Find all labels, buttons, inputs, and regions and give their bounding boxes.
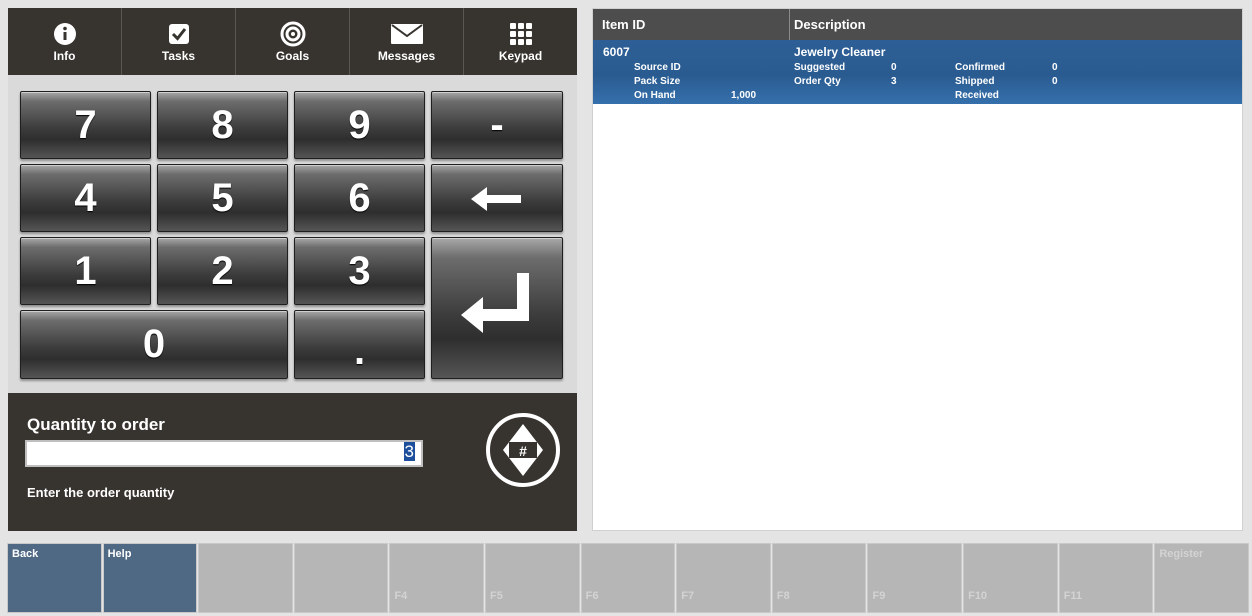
tab-goals[interactable]: Goals <box>236 8 350 75</box>
suggested-label: Suggested <box>794 62 846 73</box>
envelope-icon <box>390 21 423 47</box>
received-label: Received <box>955 90 999 101</box>
fkey-code: F7 <box>681 590 695 602</box>
suggested-value: 0 <box>891 62 897 73</box>
key-4[interactable]: 4 <box>20 164 151 232</box>
fkey-f6[interactable]: F6 <box>580 543 676 613</box>
checkbox-icon <box>168 21 190 47</box>
tab-keypad[interactable]: Keypad <box>464 8 577 84</box>
keypad: 7 8 9 - 4 5 6 1 2 3 0 . <box>8 75 577 393</box>
fkey-f5[interactable]: F5 <box>485 543 580 613</box>
fkey-f7[interactable]: F7 <box>676 543 771 613</box>
key-minus[interactable]: - <box>431 91 563 159</box>
fkey-help[interactable]: Help <box>102 543 198 613</box>
shipped-value: 0 <box>1052 76 1058 87</box>
key-8[interactable]: 8 <box>157 91 288 159</box>
fkey-label: Help <box>107 548 132 560</box>
key-7[interactable]: 7 <box>20 91 151 159</box>
fkey-code: F11 <box>1063 590 1083 602</box>
fkey-empty-2[interactable] <box>293 543 389 613</box>
tab-goals-label: Goals <box>275 48 310 63</box>
left-panel: Info Tasks Goals Messages Keypad 7 8 9 -… <box>8 8 577 531</box>
quantity-value: 3 <box>403 442 415 461</box>
fkey-back[interactable]: Back <box>7 543 102 613</box>
keypad-icon <box>509 21 532 47</box>
tab-tasks[interactable]: Tasks <box>122 8 236 75</box>
tab-bar: Info Tasks Goals Messages Keypad <box>8 8 577 84</box>
item-table: Item ID Description 6007 Jewelry Cleaner… <box>592 8 1243 531</box>
row-description: Jewelry Cleaner <box>794 45 886 59</box>
confirmed-label: Confirmed <box>955 62 1005 73</box>
key-5[interactable]: 5 <box>157 164 288 232</box>
key-0[interactable]: 0 <box>20 310 288 379</box>
table-row[interactable]: 6007 Jewelry Cleaner Source ID Pack Size… <box>593 40 1242 104</box>
toggle-hash: # <box>519 443 527 459</box>
target-icon <box>280 21 306 47</box>
confirmed-value: 0 <box>1052 62 1058 73</box>
key-9[interactable]: 9 <box>294 91 425 159</box>
order-qty-value: 3 <box>891 76 897 87</box>
tab-messages[interactable]: Messages <box>350 8 464 75</box>
tab-info[interactable]: Info <box>8 8 122 75</box>
on-hand-value: 1,000 <box>731 90 757 101</box>
fkey-f4[interactable]: F4 <box>389 543 485 613</box>
pack-size-label: Pack Size <box>634 76 681 87</box>
on-hand-label: On Hand <box>634 90 676 101</box>
header-item-id[interactable]: Item ID <box>593 9 790 40</box>
fkey-code: F6 <box>585 590 599 602</box>
fkey-f11[interactable]: F11 <box>1058 543 1154 613</box>
enter-key[interactable] <box>431 237 563 379</box>
source-id-label: Source ID <box>634 62 681 73</box>
tab-info-label: Info <box>53 48 76 63</box>
quantity-title: Quantity to order <box>27 415 165 434</box>
tab-tasks-label: Tasks <box>161 48 196 63</box>
tab-messages-label: Messages <box>377 48 436 63</box>
tab-keypad-label: Keypad <box>498 48 543 63</box>
fkey-empty-1[interactable] <box>198 543 293 613</box>
fkey-code: F4 <box>394 590 408 602</box>
fkey-code: F8 <box>776 590 790 602</box>
fkey-code: F9 <box>872 590 886 602</box>
function-key-bar: Back Help F4 F5 F6 F7 F8 F9 F10 F11 Regi… <box>7 543 1249 613</box>
backspace-key[interactable] <box>431 164 563 232</box>
fkey-f10[interactable]: F10 <box>963 543 1058 613</box>
shipped-label: Shipped <box>955 76 995 87</box>
key-2[interactable]: 2 <box>157 237 288 305</box>
up-down-number-icon: # <box>486 413 560 487</box>
table-header: Item ID Description <box>593 9 1242 40</box>
fkey-register[interactable]: Register <box>1154 543 1249 613</box>
fkey-code: F10 <box>968 590 988 602</box>
info-icon <box>53 21 77 47</box>
fkey-label: Register <box>1159 548 1204 560</box>
fkey-f8[interactable]: F8 <box>771 543 867 613</box>
key-1[interactable]: 1 <box>20 237 151 305</box>
enter-arrow-icon <box>461 273 533 343</box>
fkey-f9[interactable]: F9 <box>867 543 963 613</box>
key-3[interactable]: 3 <box>294 237 425 305</box>
header-description[interactable]: Description <box>790 9 1242 40</box>
order-qty-label: Order Qty <box>794 76 841 87</box>
key-decimal[interactable]: . <box>294 310 425 379</box>
quantity-panel: Quantity to order 3 Enter the order quan… <box>8 393 577 531</box>
quantity-input[interactable]: 3 <box>25 440 423 467</box>
fkey-code: F5 <box>490 590 503 602</box>
fkey-label: Back <box>12 548 39 560</box>
number-toggle-button[interactable]: # <box>485 412 561 488</box>
key-6[interactable]: 6 <box>294 164 425 232</box>
backspace-arrow-icon <box>471 176 523 221</box>
quantity-hint: Enter the order quantity <box>27 485 175 500</box>
row-item-id: 6007 <box>603 45 630 59</box>
